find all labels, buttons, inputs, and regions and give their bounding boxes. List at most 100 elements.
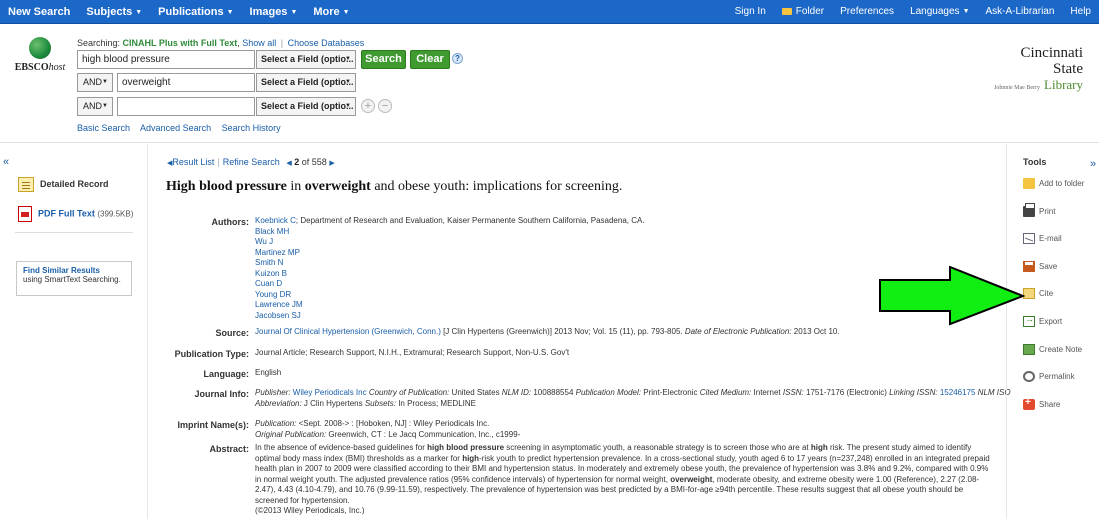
author-link[interactable]: Jacobsen SJ <box>255 311 301 320</box>
nav-sign-in[interactable]: Sign In <box>727 0 774 24</box>
comma-sep: , <box>237 38 240 48</box>
nav-images[interactable]: Images ▼ <box>242 0 306 24</box>
searching-databases-line: Searching: CINAHL Plus with Full Text, S… <box>77 38 364 48</box>
search-history-link[interactable]: Search History <box>222 123 281 133</box>
nav-publications-label: Publications <box>158 6 224 18</box>
result-list-link[interactable]: Result List <box>172 157 214 167</box>
language-value: English <box>255 368 282 377</box>
next-record-icon[interactable]: ▶ <box>329 160 334 167</box>
author-row: Martinez MP <box>255 248 645 259</box>
abstract-highlight: overweight <box>670 474 713 484</box>
pdf-full-text-item[interactable]: PDF Full Text (399.5KB) <box>18 206 133 222</box>
boolean-select-3-value: AND <box>83 101 103 111</box>
nav-folder[interactable]: Folder <box>774 0 832 24</box>
source-journal-link[interactable]: Journal Of Clinical Hypertension (Greenw… <box>255 327 441 336</box>
author-link[interactable]: Young DR <box>255 290 291 299</box>
detailed-record-item[interactable]: Detailed Record <box>18 177 109 192</box>
tool-add-to-folder[interactable]: Add to folder <box>1023 178 1084 189</box>
author-link[interactable]: Kuizon B <box>255 269 287 278</box>
nav-preferences[interactable]: Preferences <box>832 0 902 24</box>
search-term-input-1[interactable] <box>77 50 255 69</box>
folder-icon <box>1023 178 1035 189</box>
source-epub-date: 2013 Oct 10. <box>793 327 840 336</box>
tool-e-mail[interactable]: E-mail <box>1023 233 1062 245</box>
search-button[interactable]: Search <box>361 50 406 69</box>
email-icon <box>1023 233 1035 245</box>
author-link[interactable]: Smith N <box>255 258 283 267</box>
find-similar-link[interactable]: Find Similar Results <box>23 266 125 275</box>
authors-label: Authors: <box>211 217 250 227</box>
field-select-1[interactable]: Select a Field (optio... ▼ <box>256 50 356 69</box>
nav-help-label: Help <box>1070 6 1091 17</box>
record-position: 2 <box>294 157 300 167</box>
nav-subjects-label: Subjects <box>86 6 133 18</box>
tool-share[interactable]: Share <box>1023 397 1060 410</box>
ebscohost-wordmark: EBSCOhost <box>12 62 68 73</box>
find-similar-box[interactable]: Find Similar Results using SmartText Sea… <box>16 261 132 296</box>
nav-languages[interactable]: Languages ▼ <box>902 0 977 24</box>
tool-permalink[interactable]: Permalink <box>1023 371 1075 383</box>
previous-record-icon[interactable]: ◀ <box>286 160 291 167</box>
abbreviation-value: J Clin Hypertens <box>303 398 363 408</box>
green-arrow-annotation <box>879 266 1025 326</box>
boolean-select-2[interactable]: AND ▼ <box>77 73 113 92</box>
tool-export[interactable]: Export <box>1023 314 1062 327</box>
nav-publications[interactable]: Publications ▼ <box>150 0 241 24</box>
caret-down-icon: ▼ <box>226 9 234 16</box>
subsets-value: In Process; MEDLINE <box>398 398 476 408</box>
field-select-2[interactable]: Select a Field (optio... ▼ <box>256 73 356 92</box>
nav-new-search[interactable]: New Search <box>0 0 78 24</box>
refine-search-link[interactable]: Refine Search <box>223 157 280 167</box>
logo-host-text: host <box>48 62 66 73</box>
nav-more[interactable]: More ▼ <box>305 0 357 24</box>
tool-print[interactable]: Print <box>1023 202 1055 217</box>
clear-button[interactable]: Clear <box>410 50 450 69</box>
nav-right-group: Sign In Folder Preferences Languages ▼ Ask-A-… <box>727 0 1099 24</box>
author-link[interactable]: Lawrence JM <box>255 300 303 309</box>
show-all-link[interactable]: Show all <box>242 38 276 48</box>
cited-medium-label: Cited Medium: <box>697 388 754 397</box>
tools-panel: Tools » Add to folder Print E-mail Save Cite… <box>1006 144 1099 519</box>
linking-issn-link[interactable]: 15246175 <box>940 388 976 397</box>
search-term-input-2[interactable] <box>117 73 255 92</box>
pdf-full-text-link[interactable]: PDF Full Text <box>38 208 95 218</box>
nav-preferences-label: Preferences <box>840 6 895 17</box>
share-icon <box>1023 397 1035 410</box>
logo-line-2-wrap: Johnnie Mae Berry Library <box>993 77 1083 93</box>
nav-more-label: More <box>313 6 340 18</box>
publication-type-label: Publication Type: <box>174 349 249 359</box>
nav-help[interactable]: Help <box>1062 0 1099 24</box>
search-links: Basic Search Advanced Search Search Hist… <box>77 123 289 133</box>
tool-save[interactable]: Save <box>1023 260 1057 272</box>
author-row: Jacobsen SJ <box>255 311 645 322</box>
tool-create-note[interactable]: Create Note <box>1023 343 1082 355</box>
add-row-button[interactable]: + <box>361 99 375 113</box>
boolean-select-3[interactable]: AND ▼ <box>77 97 113 116</box>
author-link[interactable]: Martinez MP <box>255 248 300 257</box>
collapse-right-icon[interactable]: » <box>1090 158 1096 170</box>
author-link[interactable]: Cuan D <box>255 279 282 288</box>
abstract-highlight: high <box>462 453 480 463</box>
nav-ask-a-librarian[interactable]: Ask-A-Librarian <box>978 0 1063 24</box>
search-term-input-3[interactable] <box>117 97 255 116</box>
imprint-publication-value: <Sept. 2008-> : [Hoboken, NJ] : Wiley Pe… <box>298 419 490 428</box>
collapse-left-icon[interactable]: « <box>3 156 9 168</box>
author-link[interactable]: Wu J <box>255 237 273 246</box>
choose-databases-link[interactable]: Choose Databases <box>288 38 365 48</box>
publisher-link[interactable]: Wiley Periodicals Inc <box>293 388 367 397</box>
advanced-search-link[interactable]: Advanced Search <box>140 123 211 133</box>
cincinnati-state-library-logo[interactable]: Cincinnati State Johnnie Mae Berry Librar… <box>993 45 1083 93</box>
search-header: EBSCOhost Searching: CINAHL Plus with Fu… <box>0 25 1099 143</box>
author-link[interactable]: Koebnick C <box>255 216 296 225</box>
ebscohost-logo[interactable]: EBSCOhost <box>12 37 68 73</box>
tool-cite[interactable]: Cite <box>1023 288 1053 300</box>
nav-subjects[interactable]: Subjects ▼ <box>78 0 150 24</box>
remove-row-button[interactable]: − <box>378 99 392 113</box>
author-link[interactable]: Black MH <box>255 227 289 236</box>
divider <box>15 232 133 233</box>
green-arrow-shape <box>879 266 1025 326</box>
help-icon[interactable]: ? <box>452 53 463 64</box>
field-select-3[interactable]: Select a Field (optio... ▼ <box>256 97 356 116</box>
imprint-value: Publication: <Sept. 2008-> : [Hoboken, N… <box>255 419 520 440</box>
basic-search-link[interactable]: Basic Search <box>77 123 130 133</box>
